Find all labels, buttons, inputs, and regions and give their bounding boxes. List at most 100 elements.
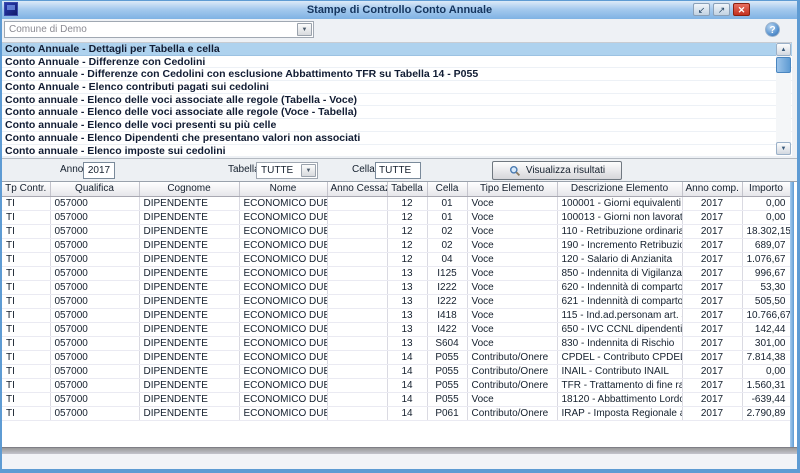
table-cell [327,392,388,407]
table-cell: 14 [387,392,428,407]
minimize-icon[interactable]: ↙ [693,3,710,16]
table-cell: 850 - Indennita di Vigilanza P. S. [557,266,683,281]
table-cell: 12 [387,196,428,211]
table-cell: 057000 [50,378,140,393]
column-header[interactable]: Cella [427,182,468,197]
column-header[interactable]: Anno Cessaz. [327,182,388,197]
visualizza-risultati-button[interactable]: Visualizza risultati [492,161,622,180]
column-header[interactable]: Anno comp. [682,182,743,197]
column-header[interactable]: Nome [239,182,328,197]
table-cell: 2017 [682,224,743,239]
column-header[interactable]: Qualifica [50,182,140,197]
table-row[interactable]: TI 057000 DIPENDENTE ECONOMICO DUE 13 S604 Voc… [2,336,791,351]
table-row[interactable]: TI 057000 DIPENDENTE ECONOMICO DUE 13 I222 Voc… [2,280,791,295]
table-cell: 0,00 [742,196,791,211]
table-cell [327,308,388,323]
table-row[interactable]: TI 057000 DIPENDENTE ECONOMICO DUE 13 I422 Voc… [2,322,791,337]
table-cell [327,294,388,309]
table-cell: DIPENDENTE [139,196,240,211]
scrollbar-track[interactable] [776,73,791,142]
report-list: Conto Annuale - Dettagli per Tabella e c… [2,42,792,156]
report-list-item[interactable]: Conto annuale - Elenco delle voci presen… [2,119,792,132]
table-cell: ECONOMICO DUE [239,224,328,239]
table-row[interactable]: TI 057000 DIPENDENTE ECONOMICO DUE 14 P055 Con… [2,378,791,393]
table-cell [327,350,388,365]
table-cell: 02 [427,238,468,253]
scrollbar-thumb[interactable] [776,57,791,73]
table-cell: ECONOMICO DUE [239,266,328,281]
column-header[interactable]: Cognome [139,182,240,197]
report-list-item[interactable]: Conto annuale - Elenco delle voci associ… [2,106,792,120]
report-list-item[interactable]: Conto Annuale - Dettagli per Tabella e c… [2,43,792,56]
restore-icon[interactable]: ↗ [713,3,730,16]
table-cell: 7.814,38 [742,350,791,365]
table-row[interactable]: TI 057000 DIPENDENTE ECONOMICO DUE 13 I222 Voc… [2,294,791,309]
table-cell: ECONOMICO DUE [239,252,328,267]
column-header[interactable]: Descrizione Elemento [557,182,683,197]
table-row[interactable]: TI 057000 DIPENDENTE ECONOMICO DUE 13 I418 Voc… [2,308,791,323]
table-cell: 110 - Retribuzione ordinaria [557,224,683,239]
report-list-item[interactable]: Conto annuale - Elenco Dipendenti che pr… [2,132,792,145]
tabella-combobox[interactable]: TUTTE ▼ [256,162,318,179]
table-cell: 18120 - Abbattimento Lordo TFR [557,392,683,407]
table-cell: 057000 [50,336,140,351]
table-row[interactable]: TI 057000 DIPENDENTE ECONOMICO DUE 12 02 Voce 1… [2,224,791,239]
cella-label: Cella [352,164,375,175]
table-row[interactable]: TI 057000 DIPENDENTE ECONOMICO DUE 14 P055 Con… [2,350,791,365]
table-cell: 057000 [50,252,140,267]
table-cell: TI [2,294,51,309]
titlebar[interactable]: Stampe di Controllo Conto Annuale ↙ ↗ ✕ [2,1,797,19]
table-cell: 12 [387,224,428,239]
company-combobox[interactable]: Comune di Demo ▼ [4,21,314,38]
table-cell: TI [2,378,51,393]
column-header[interactable]: Tabella [387,182,428,197]
tabella-combobox-arrow-button[interactable]: ▼ [301,164,316,177]
close-icon[interactable]: ✕ [733,3,750,16]
table-row[interactable]: TI 057000 DIPENDENTE ECONOMICO DUE 12 01 Voce 1… [2,210,791,225]
company-combobox-arrow-button[interactable]: ▼ [297,23,312,36]
table-row[interactable]: TI 057000 DIPENDENTE ECONOMICO DUE 14 P061 Con… [2,406,791,421]
table-cell: DIPENDENTE [139,210,240,225]
cella-input[interactable] [375,162,421,179]
table-cell: 12 [387,252,428,267]
column-header[interactable]: Tp Contr. [2,182,51,197]
report-list-item[interactable]: Conto Annuale - Elenco contributi pagati… [2,81,792,94]
table-cell: Voce [467,224,558,239]
table-cell [327,322,388,337]
table-cell: 057000 [50,308,140,323]
scroll-down-icon[interactable]: ▼ [776,142,791,155]
list-scrollbar[interactable]: ▲ ▼ [776,43,791,155]
column-header[interactable]: Importo [742,182,791,197]
tabella-combobox-value: TUTTE [261,165,294,176]
anno-input[interactable] [83,162,115,179]
table-cell: DIPENDENTE [139,280,240,295]
table-horizontal-scrollbar[interactable] [2,447,797,454]
column-header[interactable]: Tipo Elemento [467,182,558,197]
table-vertical-scrollbar[interactable] [790,182,794,447]
report-list-item[interactable]: Conto Annuale - Differenze con Cedolini [2,56,792,69]
table-row[interactable]: TI 057000 DIPENDENTE ECONOMICO DUE 14 P055 Con… [2,364,791,379]
table-row[interactable]: TI 057000 DIPENDENTE ECONOMICO DUE 13 I125 Voc… [2,266,791,281]
table-cell: P055 [427,378,468,393]
table-row[interactable]: TI 057000 DIPENDENTE ECONOMICO DUE 14 P055 Voc… [2,392,791,407]
table-cell: ECONOMICO DUE [239,294,328,309]
table-cell: TI [2,392,51,407]
table-cell: DIPENDENTE [139,322,240,337]
table-cell: TI [2,238,51,253]
table-cell: 2017 [682,350,743,365]
table-cell [327,238,388,253]
report-list-item[interactable]: Conto annuale - Elenco delle voci associ… [2,94,792,107]
table-cell: I125 [427,266,468,281]
table-row[interactable]: TI 057000 DIPENDENTE ECONOMICO DUE 12 01 Voce 1… [2,196,791,211]
help-icon[interactable]: ? [765,22,780,37]
scroll-up-icon[interactable]: ▲ [776,43,791,56]
table-row[interactable]: TI 057000 DIPENDENTE ECONOMICO DUE 12 02 Voce 1… [2,238,791,253]
table-cell: TI [2,210,51,225]
chevron-down-icon: ▼ [305,167,312,174]
report-list-item[interactable]: Conto annuale - Differenze con Cedolini … [2,68,792,82]
table-row[interactable]: TI 057000 DIPENDENTE ECONOMICO DUE 12 04 Voce 1… [2,252,791,267]
table-cell [327,280,388,295]
report-list-item[interactable]: Conto annuale - Elenco imposte sui cedol… [2,145,792,157]
table-cell: P061 [427,406,468,421]
table-cell: TI [2,196,51,211]
